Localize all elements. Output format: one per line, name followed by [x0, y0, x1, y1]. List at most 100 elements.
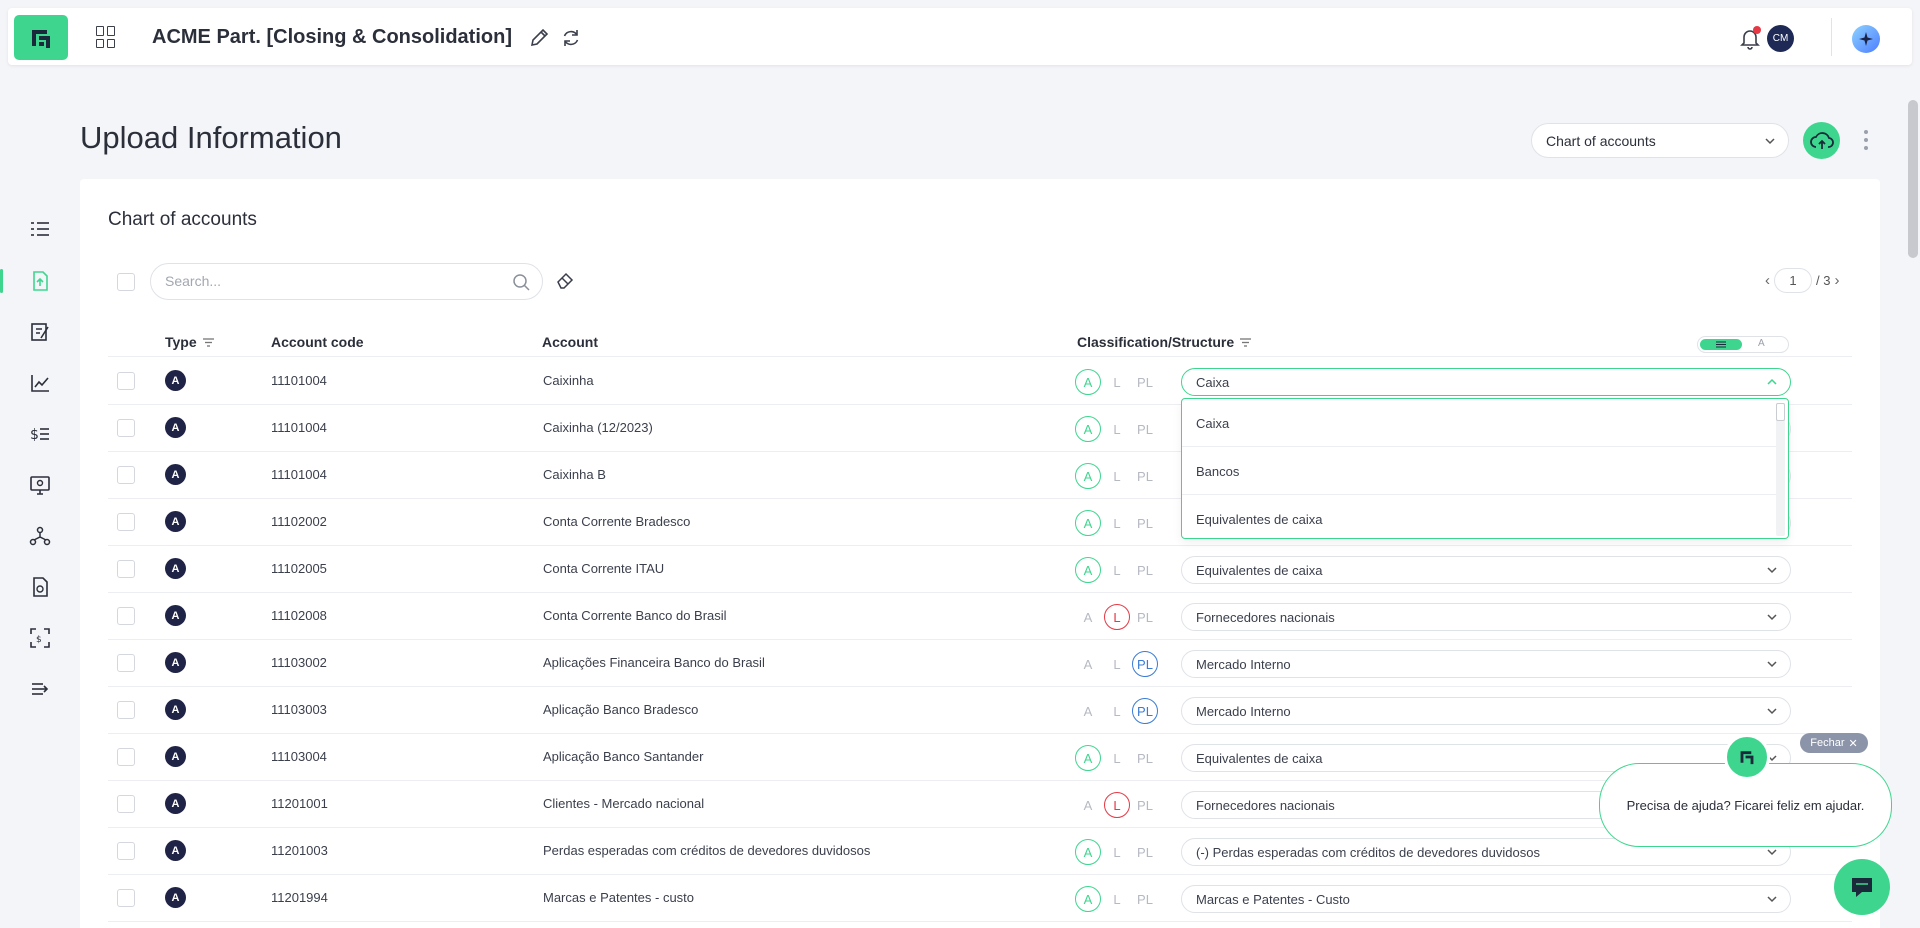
clear-filters-icon[interactable]: [555, 270, 575, 290]
dataset-select[interactable]: Chart of accounts: [1531, 123, 1789, 158]
classification-pl-option[interactable]: PL: [1132, 416, 1158, 442]
close-help-button[interactable]: Fechar ✕: [1800, 733, 1868, 753]
more-options-button[interactable]: [1862, 130, 1870, 150]
classification-l-option[interactable]: L: [1104, 604, 1130, 630]
sidebar-item-upload[interactable]: [0, 268, 53, 294]
sidebar-item-monitor[interactable]: [27, 472, 53, 498]
sidebar-item-journal[interactable]: [27, 319, 53, 345]
classification-pl-option[interactable]: PL: [1132, 463, 1158, 489]
classification-l-option[interactable]: L: [1104, 369, 1130, 395]
classification-l-option[interactable]: L: [1104, 792, 1130, 818]
classification-a-option[interactable]: A: [1075, 557, 1101, 583]
classification-pl-option[interactable]: PL: [1132, 604, 1158, 630]
sidebar-item-consolidation[interactable]: $: [27, 625, 53, 651]
notifications-button[interactable]: [1738, 26, 1762, 50]
classification-l-option[interactable]: L: [1104, 510, 1130, 536]
classification-a-option[interactable]: A: [1075, 745, 1101, 771]
dropdown-scroll-thumb[interactable]: [1776, 403, 1785, 421]
refresh-icon[interactable]: [560, 27, 582, 49]
next-page-button[interactable]: ›: [1834, 272, 1839, 289]
classification-pl-option[interactable]: PL: [1132, 792, 1158, 818]
class-view-toggle[interactable]: A: [1758, 338, 1765, 349]
row-checkbox[interactable]: [117, 889, 135, 907]
table-row[interactable]: A 11102005 Conta Corrente ITAU A L PL Equivale…: [108, 546, 1852, 593]
row-checkbox[interactable]: [117, 795, 135, 813]
dropdown-option[interactable]: Caixa: [1182, 399, 1776, 447]
classification-a-option[interactable]: A: [1075, 416, 1101, 442]
structure-select[interactable]: Fornecedores nacionais: [1181, 603, 1791, 631]
row-checkbox[interactable]: [117, 701, 135, 719]
classification-l-option[interactable]: L: [1104, 557, 1130, 583]
classification-l-option[interactable]: L: [1104, 416, 1130, 442]
classification-a-option[interactable]: A: [1075, 839, 1101, 865]
apps-grid-icon[interactable]: [96, 26, 118, 48]
view-toggle[interactable]: A: [1697, 336, 1789, 353]
avatar[interactable]: CM: [1767, 25, 1794, 52]
page-number-input[interactable]: 1: [1774, 268, 1812, 293]
search-icon[interactable]: [512, 273, 530, 291]
classification-a-option[interactable]: A: [1075, 510, 1101, 536]
table-row[interactable]: A 11201003 Perdas esperadas com créditos d…: [108, 828, 1852, 875]
classification-pl-option[interactable]: PL: [1132, 745, 1158, 771]
table-row[interactable]: A 11102008 Conta Corrente Banco do Brasil A…: [108, 593, 1852, 640]
classification-pl-option[interactable]: PL: [1132, 839, 1158, 865]
row-checkbox[interactable]: [117, 748, 135, 766]
upload-button[interactable]: [1803, 122, 1840, 159]
filter-icon[interactable]: [202, 337, 214, 347]
structure-select[interactable]: Mercado Interno: [1181, 697, 1791, 725]
sidebar-item-finance[interactable]: $: [27, 421, 53, 447]
row-checkbox[interactable]: [117, 842, 135, 860]
row-checkbox[interactable]: [117, 513, 135, 531]
classification-pl-option[interactable]: PL: [1132, 651, 1158, 677]
classification-l-option[interactable]: L: [1104, 651, 1130, 677]
row-checkbox[interactable]: [117, 372, 135, 390]
dropdown-option[interactable]: Equivalentes de caixa: [1182, 495, 1776, 538]
classification-l-option[interactable]: L: [1104, 745, 1130, 771]
classification-a-option[interactable]: A: [1075, 604, 1101, 630]
row-checkbox[interactable]: [117, 654, 135, 672]
classification-a-option[interactable]: A: [1075, 792, 1101, 818]
classification-a-option[interactable]: A: [1075, 369, 1101, 395]
column-header-type[interactable]: Type: [165, 334, 214, 350]
classification-a-option[interactable]: A: [1075, 651, 1101, 677]
structure-select[interactable]: Equivalentes de caixa: [1181, 556, 1791, 584]
ai-assistant-button[interactable]: [1852, 25, 1880, 53]
table-row[interactable]: A 11103003 Aplicação Banco Bradesco A L PL Mer…: [108, 687, 1852, 734]
classification-a-option[interactable]: A: [1075, 886, 1101, 912]
classification-pl-option[interactable]: PL: [1132, 557, 1158, 583]
column-header-classification[interactable]: Classification/Structure: [1077, 334, 1252, 350]
row-checkbox[interactable]: [117, 466, 135, 484]
table-row[interactable]: A 11201001 Clientes - Mercado nacional A L PL…: [108, 781, 1852, 828]
row-checkbox[interactable]: [117, 607, 135, 625]
classification-pl-option[interactable]: PL: [1132, 510, 1158, 536]
classification-l-option[interactable]: L: [1104, 698, 1130, 724]
row-checkbox[interactable]: [117, 419, 135, 437]
chat-button[interactable]: [1834, 859, 1890, 915]
classification-a-option[interactable]: A: [1075, 463, 1101, 489]
app-logo[interactable]: [14, 15, 68, 60]
classification-l-option[interactable]: L: [1104, 886, 1130, 912]
sidebar-item-reports[interactable]: [27, 574, 53, 600]
list-view-toggle[interactable]: [1700, 339, 1742, 350]
row-checkbox[interactable]: [117, 560, 135, 578]
prev-page-button[interactable]: ‹: [1765, 272, 1770, 289]
classification-pl-option[interactable]: PL: [1132, 369, 1158, 395]
structure-select[interactable]: Marcas e Patentes - Custo: [1181, 885, 1791, 913]
classification-pl-option[interactable]: PL: [1132, 886, 1158, 912]
structure-select[interactable]: Caixa: [1181, 368, 1791, 396]
search-input[interactable]: [165, 273, 495, 289]
sidebar-item-structure[interactable]: [27, 523, 53, 549]
table-row[interactable]: A 11201994 Marcas e Patentes - custo A L PL Ma…: [108, 875, 1852, 922]
sidebar-expand-button[interactable]: [27, 676, 53, 702]
classification-pl-option[interactable]: PL: [1132, 698, 1158, 724]
edit-icon[interactable]: [528, 27, 550, 49]
structure-select[interactable]: Mercado Interno: [1181, 650, 1791, 678]
table-row[interactable]: A 11103002 Aplicações Financeira Banco do …: [108, 640, 1852, 687]
classification-l-option[interactable]: L: [1104, 839, 1130, 865]
classification-l-option[interactable]: L: [1104, 463, 1130, 489]
dropdown-option[interactable]: Bancos: [1182, 447, 1776, 495]
table-row[interactable]: A 11103004 Aplicação Banco Santander A L PL Eq…: [108, 734, 1852, 781]
filter-icon[interactable]: [1240, 337, 1252, 347]
dropdown-scrollbar[interactable]: [1776, 403, 1785, 536]
sidebar-item-list[interactable]: [27, 217, 53, 243]
